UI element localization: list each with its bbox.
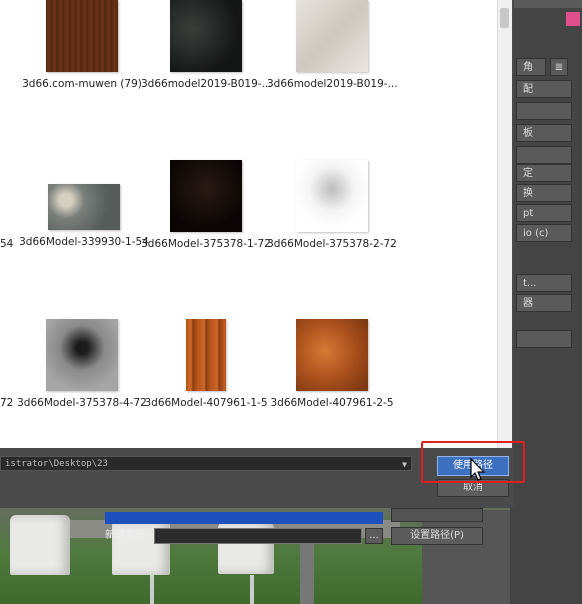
selected-path-row[interactable]: [105, 512, 383, 524]
file-item[interactable]: 3d66Model-375378-2-72: [267, 160, 397, 250]
set-path-button[interactable]: 设置路径(P): [391, 527, 483, 545]
browse-button[interactable]: ...: [365, 528, 383, 544]
file-name: 3d66Model-375378-1-72: [141, 238, 271, 250]
panel-item[interactable]: [516, 146, 572, 164]
panel-item[interactable]: io (c): [516, 224, 572, 242]
file-dialog: 3d66.com-muwen (79) 3d66model2019-B019-.…: [0, 0, 525, 508]
color-swatch[interactable]: [566, 12, 580, 26]
file-name: 3d66.com-muwen (79): [22, 78, 142, 90]
panel-item-label: io (c): [523, 228, 549, 239]
chair-leg: [150, 575, 154, 604]
panel-tab-bar: [510, 0, 582, 8]
orange-wood-thumbnail: [296, 319, 368, 391]
chair-leg: [250, 575, 254, 604]
path-dropdown[interactable]: istrator\Desktop\23 ▼: [0, 456, 412, 471]
file-item[interactable]: 3d66model2019-B019-...: [267, 0, 397, 90]
file-name: 3d66Model-407961-2-5: [270, 397, 394, 409]
panel-item-label: pt: [523, 208, 534, 219]
file-list-pane[interactable]: 3d66.com-muwen (79) 3d66model2019-B019-.…: [0, 0, 497, 448]
file-name: 3d66Model-375378-4-72: [17, 397, 147, 409]
disabled-button: [391, 508, 483, 522]
wood-plank-thumbnail: [186, 319, 226, 391]
panel-item-label: 器: [523, 298, 533, 309]
file-name: 3d66model2019-B019-...: [141, 78, 271, 90]
file-item[interactable]: 3d66Model-407961-1-5: [141, 319, 271, 409]
panel-item[interactable]: 换: [516, 184, 572, 202]
panel-item-label: t...: [523, 278, 537, 289]
file-name: 54: [0, 238, 14, 250]
mouse-cursor-icon: [470, 458, 486, 481]
vertical-scrollbar[interactable]: [497, 0, 512, 448]
path-value: istrator\Desktop\23: [5, 459, 108, 469]
new-path-label: 新建路径:: [105, 530, 149, 541]
panel-item-label: 角: [523, 62, 533, 73]
panel-item[interactable]: 器: [516, 294, 572, 312]
file-name: 3d66model2019-B019-...: [267, 78, 397, 90]
panel-item[interactable]: pt: [516, 204, 572, 222]
file-name: 3d66Model-339930-1-54: [19, 236, 149, 248]
file-item[interactable]: 3d66Model-375378-4-72: [17, 319, 147, 409]
panel-item[interactable]: [516, 330, 572, 348]
list-icon[interactable]: ≣: [550, 58, 568, 76]
file-item[interactable]: 3d66Model-375378-1-72: [141, 160, 271, 250]
dark-ornament-thumbnail: [170, 160, 242, 232]
wood-texture-thumbnail: [46, 0, 118, 72]
file-item[interactable]: 3d66Model-407961-2-5: [267, 319, 397, 409]
panel-item[interactable]: [516, 102, 572, 120]
pillar: [300, 540, 314, 604]
panel-item[interactable]: 配: [516, 80, 572, 98]
scrollbar-thumb[interactable]: [500, 8, 509, 28]
panel-item[interactable]: 板: [516, 124, 572, 142]
panel-item-label: 定: [523, 168, 533, 179]
chevron-down-icon[interactable]: ▼: [402, 457, 407, 472]
file-name: 3d66Model-375378-2-72: [267, 238, 397, 250]
panel-item[interactable]: 定: [516, 164, 572, 182]
panel-item-label: 板: [523, 128, 533, 139]
white-marble-thumbnail: [296, 0, 368, 72]
gray-ornament-thumbnail: [46, 319, 118, 391]
file-name: 3d66Model-407961-1-5: [144, 397, 268, 409]
file-item[interactable]: 3d66Model-339930-1-54: [19, 160, 149, 248]
world-map-thumbnail: [48, 184, 120, 230]
black-marble-thumbnail: [170, 0, 242, 72]
panel-item[interactable]: 角: [516, 58, 546, 76]
chair: [10, 515, 70, 575]
command-panel: 角 ≣ 配 板 定 换 pt io (c) t... 器: [510, 0, 582, 604]
panel-item-label: 换: [523, 188, 533, 199]
panel-item[interactable]: t...: [516, 274, 572, 292]
file-item[interactable]: 3d66.com-muwen (79): [17, 0, 147, 90]
new-path-input[interactable]: [154, 528, 362, 544]
wall-panel: [422, 510, 510, 604]
file-item[interactable]: 3d66model2019-B019-...: [141, 0, 271, 90]
file-name: 72: [0, 397, 14, 409]
panel-item-label: 配: [523, 84, 533, 95]
sketch-ornament-thumbnail: [296, 160, 368, 232]
